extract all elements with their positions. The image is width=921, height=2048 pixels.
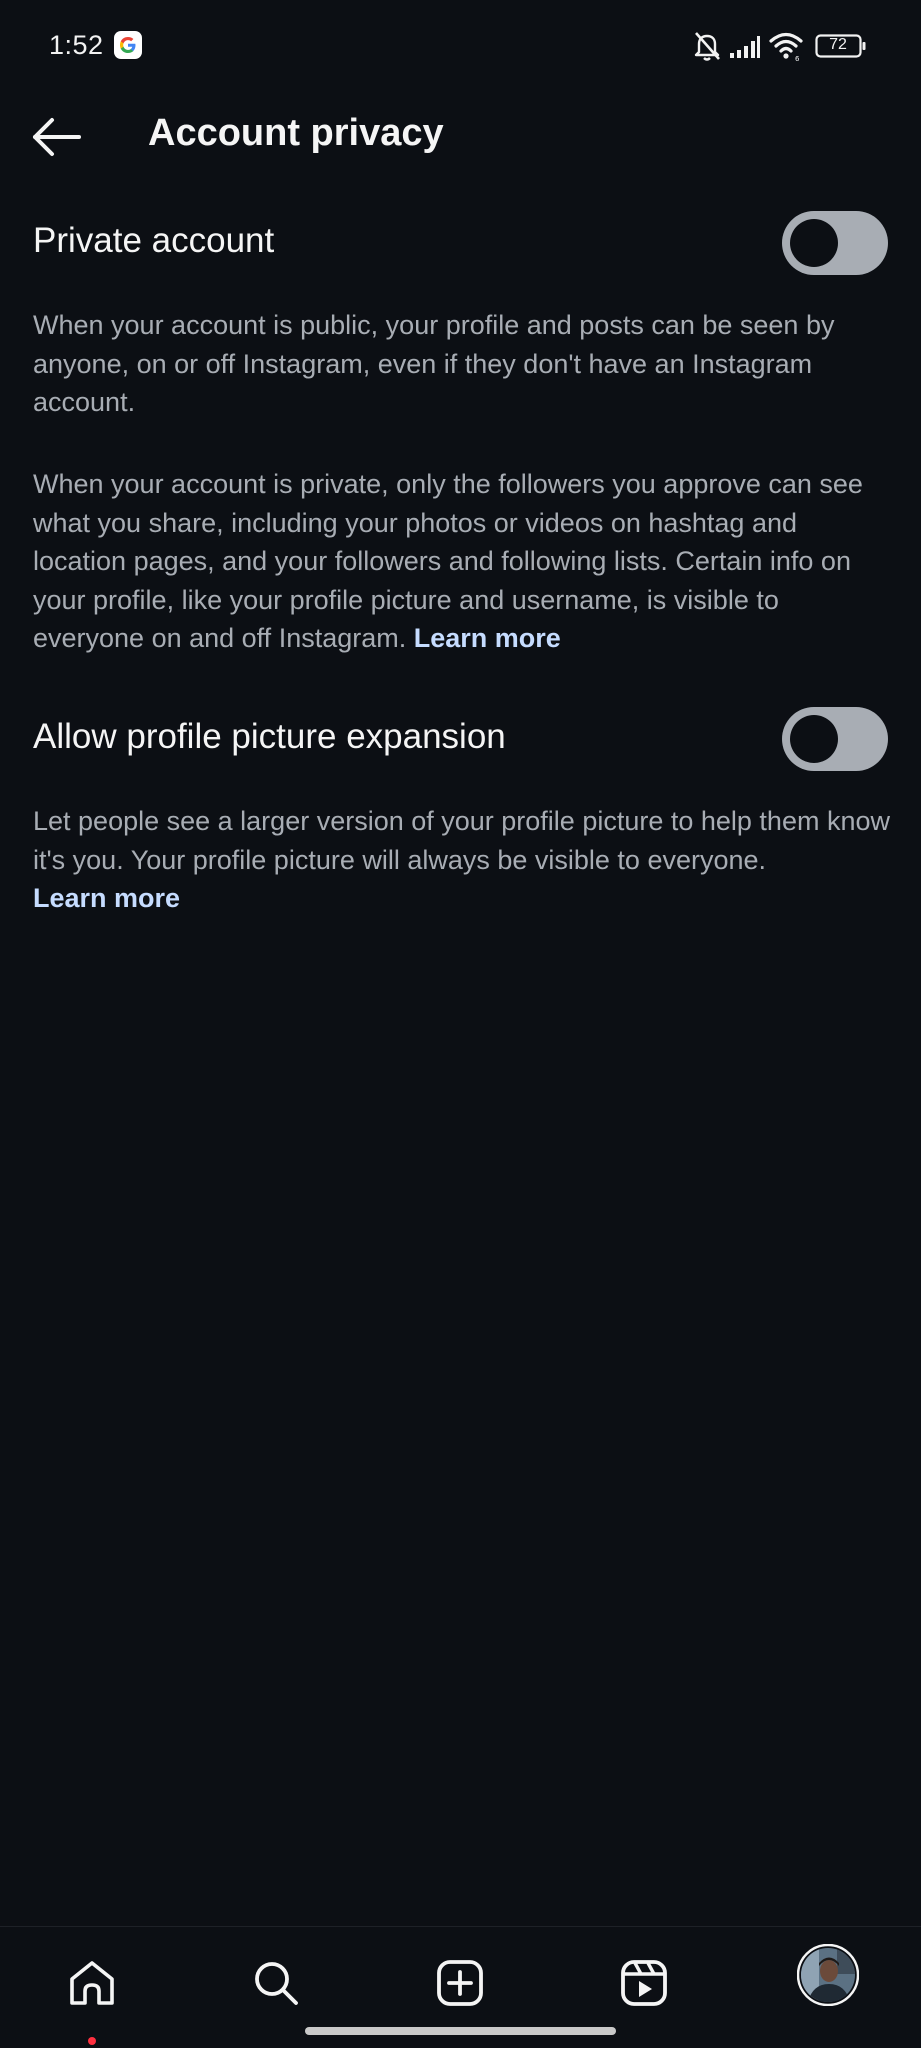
profile-picture-expansion-description: Let people see a larger version of your … [33, 802, 893, 918]
profile-picture-expansion-description-text: Let people see a larger version of your … [33, 806, 890, 875]
public-account-description: When your account is public, your profil… [33, 310, 835, 417]
account-privacy-screen: 1:52 6 72 Account privacy Private accoun… [0, 0, 921, 2048]
nav-create[interactable] [428, 1951, 492, 2015]
toggle-knob [790, 715, 838, 763]
private-account-label: Private account [33, 221, 275, 260]
learn-more-link[interactable]: Learn more [33, 879, 893, 918]
learn-more-link[interactable]: Learn more [414, 623, 561, 653]
notification-dot [88, 2037, 96, 2045]
svg-text:6: 6 [795, 55, 800, 62]
profile-picture-expansion-toggle[interactable] [782, 707, 888, 771]
search-icon [255, 1962, 298, 2005]
toggle-knob [790, 219, 838, 267]
battery-icon: 72 [815, 34, 867, 58]
reels-icon [621, 1960, 667, 2006]
status-icons: 6 72 [693, 28, 873, 64]
home-icon [70, 1961, 114, 2005]
notifications-muted-icon [693, 30, 721, 67]
google-icon [114, 31, 142, 59]
home-indicator[interactable] [305, 2027, 616, 2035]
nav-search[interactable] [244, 1951, 308, 2015]
wifi-icon: 6 [769, 30, 805, 67]
nav-home[interactable] [60, 1951, 124, 2015]
nav-profile[interactable] [796, 1943, 860, 2007]
profile-avatar [797, 1944, 859, 2006]
profile-picture-expansion-label: Allow profile picture expansion [33, 717, 506, 756]
private-account-description: When your account is private, only the f… [33, 465, 893, 658]
create-icon [437, 1960, 483, 2006]
private-account-toggle[interactable] [782, 211, 888, 275]
battery-level: 72 [829, 36, 847, 53]
cellular-signal-icon [729, 34, 761, 65]
page-title: Account privacy [148, 112, 444, 154]
private-account-row[interactable]: Private account [0, 203, 921, 283]
nav-reels[interactable] [612, 1951, 676, 2015]
header: Account privacy [0, 92, 921, 182]
status-time: 1:52 [49, 30, 104, 60]
back-button[interactable] [28, 114, 84, 160]
profile-picture-expansion-row[interactable]: Allow profile picture expansion [0, 699, 921, 779]
back-arrow-icon [33, 118, 81, 156]
status-bar: 1:52 6 72 [0, 0, 921, 92]
